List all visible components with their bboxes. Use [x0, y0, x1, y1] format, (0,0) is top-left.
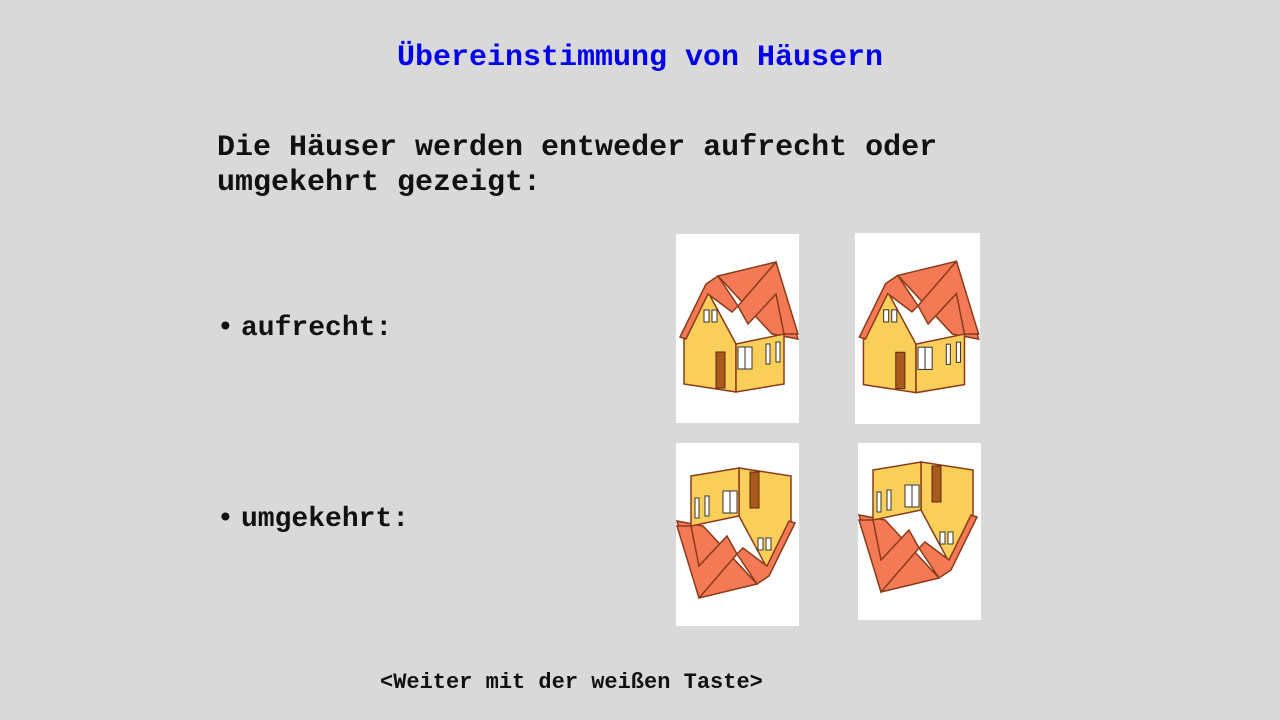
- label-inverted-text: umgekehrt:: [241, 504, 410, 535]
- label-upright-text: aufrecht:: [241, 313, 393, 344]
- bullet: •: [217, 504, 234, 535]
- house-inverted-icon: [858, 461, 979, 594]
- instruction-text: Die Häuser werden entweder aufrecht oder…: [217, 131, 938, 200]
- house-card-upright-1: [676, 234, 799, 423]
- bullet: •: [217, 313, 234, 344]
- house-inverted-icon: [676, 467, 797, 600]
- house-card-upright-2: [855, 233, 980, 424]
- label-upright: • aufrecht:: [217, 313, 392, 345]
- label-inverted: • umgekehrt:: [217, 504, 409, 536]
- continue-hint: <Weiter mit der weißen Taste>: [380, 670, 763, 695]
- page-title: Übereinstimmung von Häusern: [396, 41, 884, 75]
- house-upright-icon: [678, 260, 799, 393]
- house-card-inverted-2: [858, 443, 981, 620]
- house-card-inverted-1: [676, 443, 799, 626]
- house-upright-icon: [858, 259, 980, 394]
